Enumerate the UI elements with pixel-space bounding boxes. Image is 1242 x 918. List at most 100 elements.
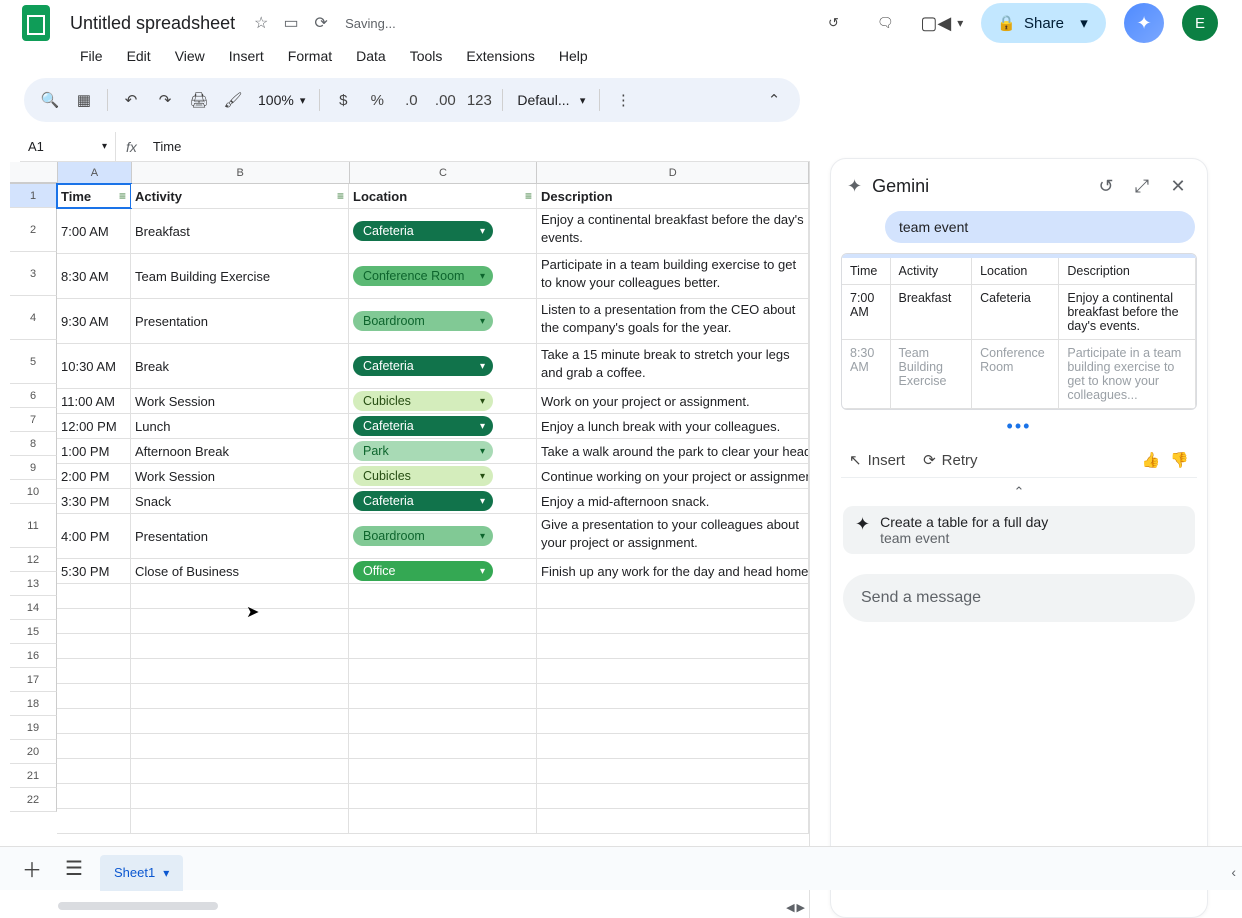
- cell[interactable]: [537, 684, 809, 708]
- all-sheets-button[interactable]: ☰: [58, 853, 90, 885]
- cell[interactable]: [349, 609, 537, 633]
- sheets-logo[interactable]: [16, 3, 56, 43]
- scroll-right-icon[interactable]: ▶: [797, 901, 805, 914]
- cell[interactable]: 2:00 PM: [57, 464, 131, 488]
- cell-location[interactable]: Cafeteria▾: [349, 209, 537, 253]
- cell[interactable]: [537, 784, 809, 808]
- print-icon[interactable]: 🖨: [184, 85, 214, 115]
- select-all-corner[interactable]: [10, 162, 58, 183]
- cell-location[interactable]: Conference Room▾: [349, 254, 537, 298]
- row-header[interactable]: 3: [10, 252, 57, 296]
- menu-insert[interactable]: Insert: [219, 44, 274, 68]
- cell[interactable]: Enjoy a continental breakfast before the…: [537, 209, 809, 253]
- cell[interactable]: Continue working on your project or assi…: [537, 464, 809, 488]
- share-button[interactable]: 🔒 Share ▾: [981, 3, 1106, 43]
- cell[interactable]: [131, 809, 349, 833]
- cell[interactable]: [131, 659, 349, 683]
- cell[interactable]: Finish up any work for the day and head …: [537, 559, 809, 583]
- doc-title[interactable]: Untitled spreadsheet: [64, 11, 241, 36]
- increase-decimal-icon[interactable]: .00: [430, 85, 460, 115]
- cell[interactable]: Work Session: [131, 464, 349, 488]
- cell[interactable]: 3:30 PM: [57, 489, 131, 513]
- meet-button[interactable]: ▢◀ ▾: [920, 13, 963, 34]
- number-format-button[interactable]: 123: [464, 85, 494, 115]
- cell[interactable]: [57, 809, 131, 833]
- cell[interactable]: [131, 684, 349, 708]
- cell[interactable]: [537, 709, 809, 733]
- col-header-A[interactable]: A: [58, 162, 132, 183]
- cell[interactable]: Participate in a team building exercise …: [537, 254, 809, 298]
- cell[interactable]: 10:30 AM: [57, 344, 131, 388]
- cell-location[interactable]: Cafeteria▾: [349, 489, 537, 513]
- close-icon[interactable]: ✕: [1165, 173, 1191, 199]
- gemini-suggestion[interactable]: ✦ Create a table for a full day team eve…: [843, 506, 1195, 554]
- row-header[interactable]: 4: [10, 296, 57, 340]
- collapse-toolbar-icon[interactable]: ⌃: [759, 85, 789, 115]
- cell[interactable]: [537, 634, 809, 658]
- thumbs-down-icon[interactable]: 👎: [1170, 451, 1189, 469]
- decrease-decimal-icon[interactable]: .0: [396, 85, 426, 115]
- cell[interactable]: Afternoon Break: [131, 439, 349, 463]
- filter-icon[interactable]: ≡: [337, 189, 344, 203]
- row-header[interactable]: 20: [10, 740, 57, 764]
- cell[interactable]: [131, 759, 349, 783]
- cell[interactable]: Enjoy a mid-afternoon snack.: [537, 489, 809, 513]
- row-header[interactable]: 22: [10, 788, 57, 812]
- cell[interactable]: [349, 584, 537, 608]
- undo-icon[interactable]: ↶: [116, 85, 146, 115]
- location-chip[interactable]: Conference Room▾: [353, 266, 493, 286]
- cell[interactable]: 11:00 AM: [57, 389, 131, 413]
- cell[interactable]: [57, 584, 131, 608]
- cell[interactable]: Give a presentation to your colleagues a…: [537, 514, 809, 558]
- horizontal-scrollbar[interactable]: [58, 902, 769, 912]
- col-header-B[interactable]: B: [132, 162, 350, 183]
- search-icon[interactable]: 🔍: [35, 85, 65, 115]
- cell[interactable]: [57, 659, 131, 683]
- cell[interactable]: [131, 709, 349, 733]
- menu-file[interactable]: File: [70, 44, 113, 68]
- cell[interactable]: Break: [131, 344, 349, 388]
- cell[interactable]: Work Session: [131, 389, 349, 413]
- expand-icon[interactable]: ⤢: [1129, 173, 1155, 199]
- percent-icon[interactable]: %: [362, 85, 392, 115]
- gemini-retry-button[interactable]: ⟳ Retry: [923, 451, 977, 469]
- cell-location[interactable]: Boardroom▾: [349, 514, 537, 558]
- cell[interactable]: [349, 734, 537, 758]
- cell[interactable]: 9:30 AM: [57, 299, 131, 343]
- row-header[interactable]: 15: [10, 620, 57, 644]
- cell[interactable]: [131, 584, 349, 608]
- cell[interactable]: [57, 634, 131, 658]
- row-header[interactable]: 12: [10, 548, 57, 572]
- cell[interactable]: Location≡: [349, 184, 537, 208]
- cell[interactable]: 8:30 AM: [57, 254, 131, 298]
- font-select[interactable]: Defaul... ▾: [511, 92, 591, 108]
- cell[interactable]: [131, 609, 349, 633]
- cell[interactable]: [537, 734, 809, 758]
- sheet-tab-sheet1[interactable]: Sheet1 ▾: [100, 855, 183, 891]
- cell-location[interactable]: Cubicles▾: [349, 464, 537, 488]
- gemini-message-input[interactable]: Send a message: [843, 574, 1195, 622]
- menu-data[interactable]: Data: [346, 44, 396, 68]
- cell[interactable]: [57, 609, 131, 633]
- location-chip[interactable]: Boardroom▾: [353, 526, 493, 546]
- row-header[interactable]: 10: [10, 480, 57, 504]
- cell[interactable]: Snack: [131, 489, 349, 513]
- gemini-launch-button[interactable]: ✦: [1124, 3, 1164, 43]
- move-icon[interactable]: ▭: [281, 13, 301, 33]
- cell[interactable]: Work on your project or assignment.: [537, 389, 809, 413]
- location-chip[interactable]: Cubicles▾: [353, 391, 493, 411]
- zoom-select[interactable]: 100% ▾: [252, 92, 311, 108]
- cell[interactable]: Time≡: [57, 184, 131, 208]
- menu-view[interactable]: View: [165, 44, 215, 68]
- filter-icon[interactable]: ≡: [119, 189, 126, 203]
- collapse-suggestions-icon[interactable]: ⌃: [841, 484, 1197, 500]
- share-caret-icon[interactable]: ▾: [1072, 11, 1096, 35]
- cell[interactable]: 5:30 PM: [57, 559, 131, 583]
- row-header[interactable]: 2: [10, 208, 57, 252]
- location-chip[interactable]: Cafeteria▾: [353, 221, 493, 241]
- cell[interactable]: [349, 809, 537, 833]
- location-chip[interactable]: Cafeteria▾: [353, 356, 493, 376]
- cell[interactable]: 4:00 PM: [57, 514, 131, 558]
- location-chip[interactable]: Cafeteria▾: [353, 491, 493, 511]
- currency-icon[interactable]: $: [328, 85, 358, 115]
